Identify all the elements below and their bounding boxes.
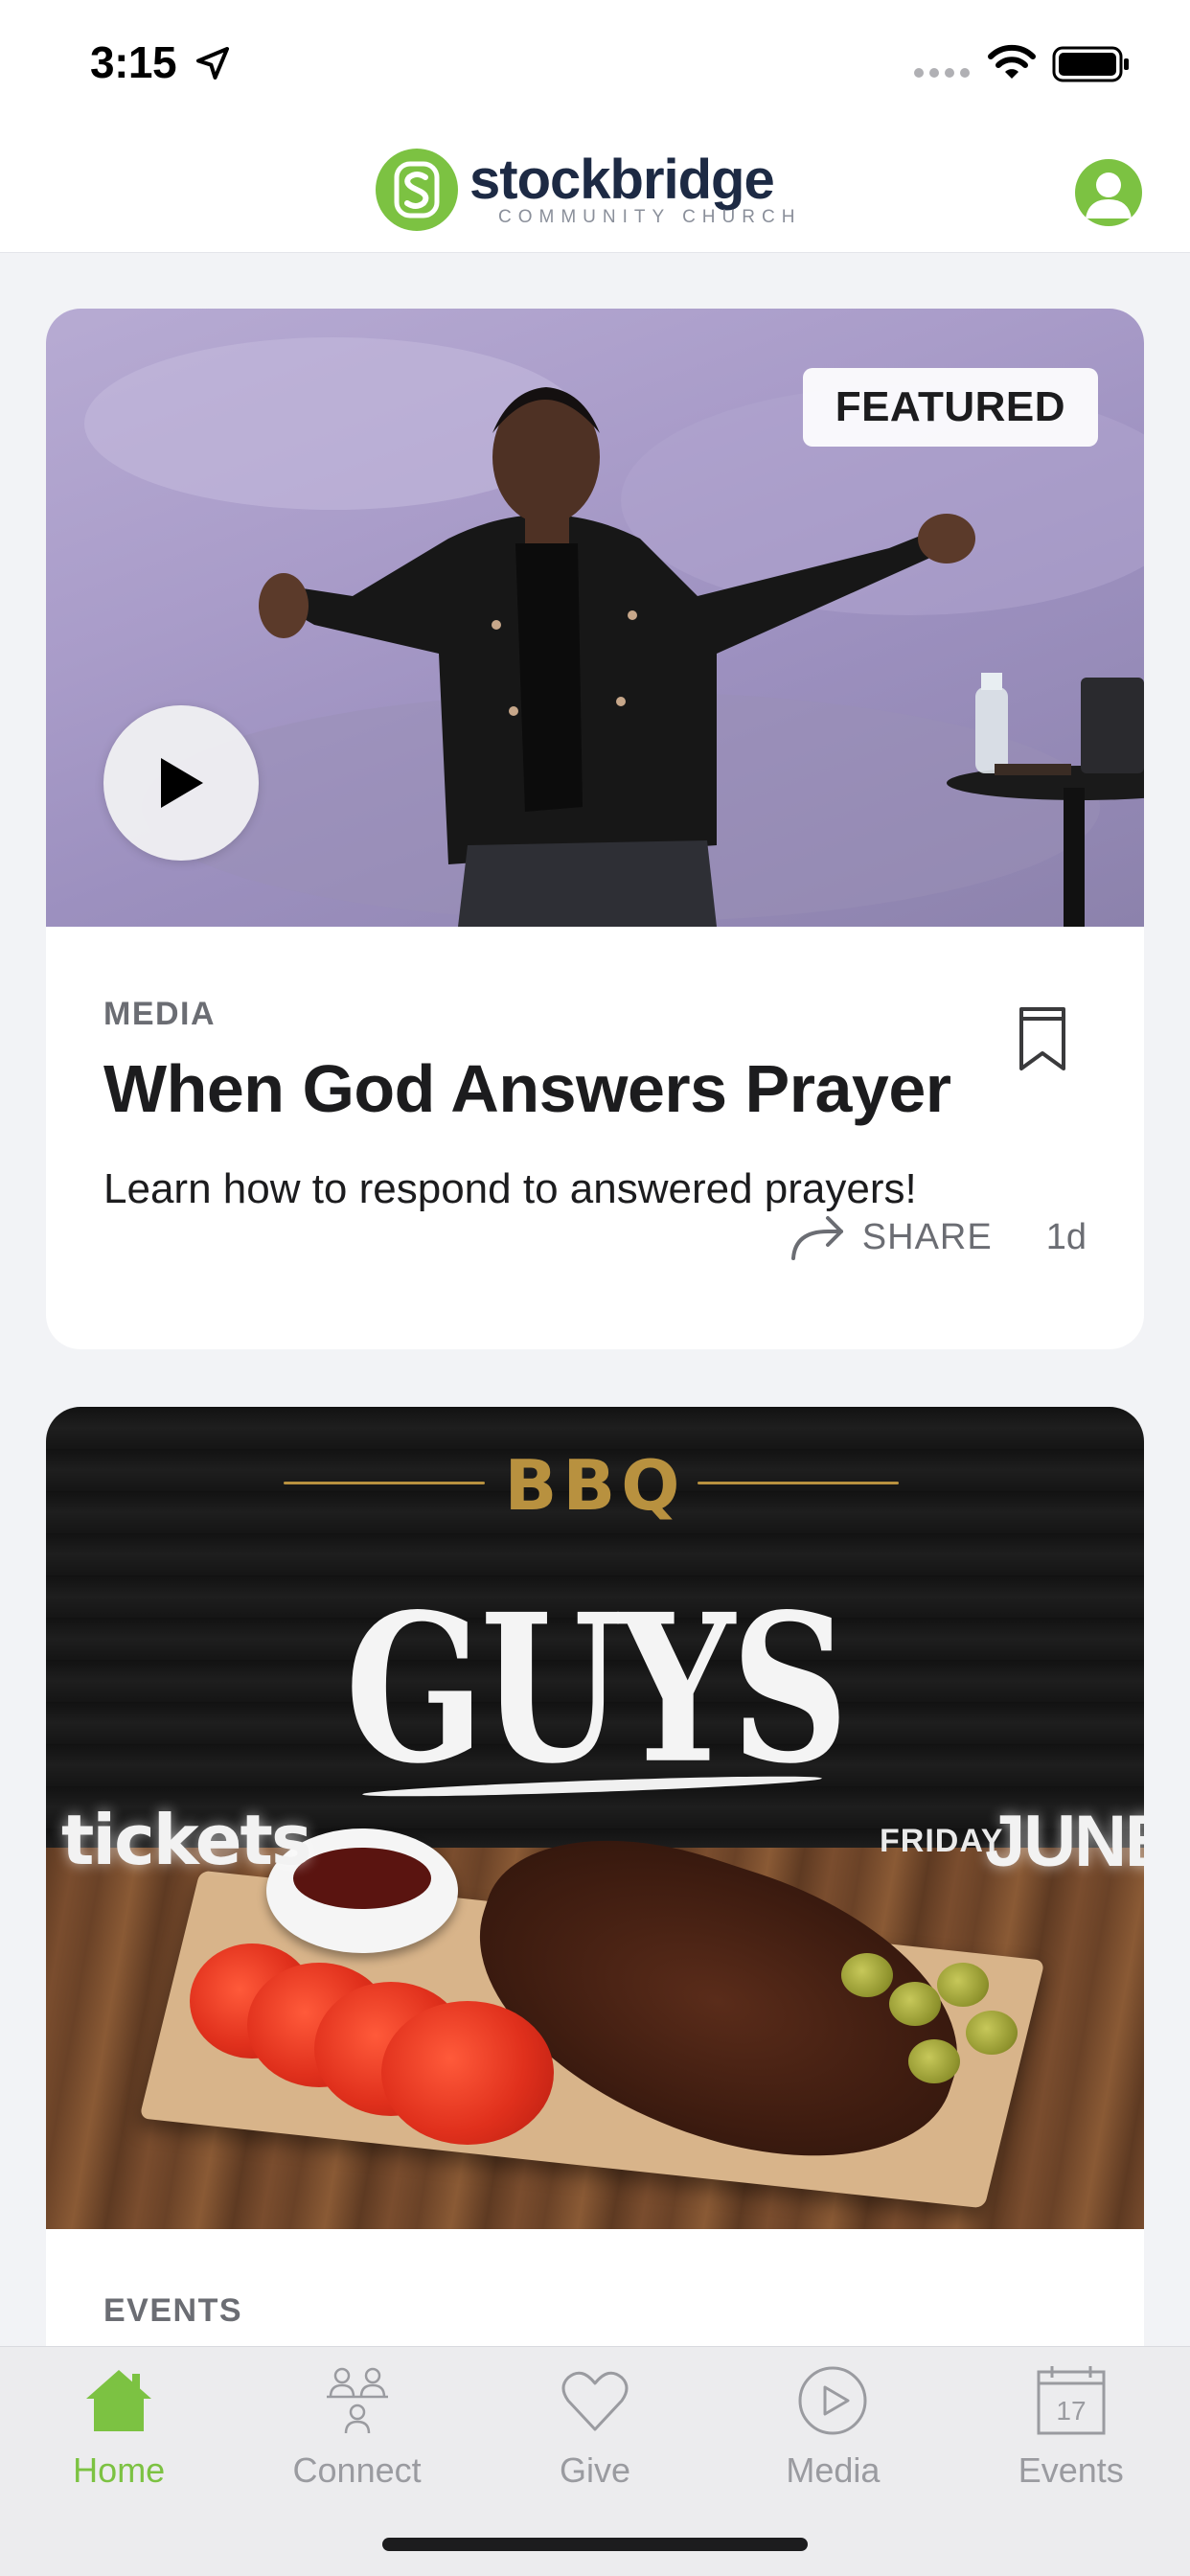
profile-button[interactable] (1075, 159, 1142, 226)
bookmark-icon[interactable] (1018, 1005, 1067, 1072)
pickle (841, 1953, 893, 1997)
logo-mark-icon (376, 149, 458, 231)
tab-label: Events (1018, 2450, 1124, 2490)
tab-home[interactable]: Home (0, 2347, 238, 2500)
tab-label: Home (73, 2450, 166, 2490)
tab-label: Connect (292, 2450, 422, 2490)
tab-media[interactable]: Media (714, 2347, 951, 2500)
featured-media-card[interactable]: FEATURED MEDIA When God Answers Prayer L… (46, 309, 1144, 1349)
app-header: stockbridge COMMUNITY CHURCH (0, 126, 1190, 253)
people-icon (326, 2367, 388, 2434)
status-time: 3:15 (90, 37, 177, 87)
card-title[interactable]: When God Answers Prayer (103, 1050, 1087, 1127)
featured-badge: FEATURED (802, 368, 1098, 447)
heart-icon (561, 2371, 629, 2431)
pickle (889, 1982, 941, 2026)
signal-dots-icon (914, 68, 970, 78)
home-indicator[interactable] (382, 2538, 808, 2551)
play-icon (161, 758, 203, 808)
tab-label: Media (786, 2450, 881, 2490)
tab-events[interactable]: 17 Events (952, 2347, 1190, 2500)
event-image[interactable]: BBQ GUYS NIGHT tickets FRIDAY JUNE 2 (46, 1407, 1144, 2229)
play-circle-icon (798, 2366, 867, 2435)
card-body: MEDIA When God Answers Prayer Learn how … (46, 927, 1144, 1260)
bbq-title: BBQ (504, 1445, 686, 1526)
user-avatar-icon (1086, 172, 1132, 218)
share-label: SHARE (861, 1216, 993, 1257)
battery-icon (1052, 46, 1129, 82)
church-logo[interactable]: stockbridge COMMUNITY CHURCH (376, 148, 801, 232)
tab-label: Give (559, 2450, 630, 2490)
share-arrow-icon (790, 1216, 843, 1260)
logo-name: stockbridge (469, 149, 775, 211)
card-actions: SHARE 1d (790, 1214, 1087, 1260)
share-button[interactable]: SHARE (790, 1214, 993, 1260)
tab-give[interactable]: Give (476, 2347, 714, 2500)
home-icon (86, 2370, 152, 2431)
card-description: Learn how to respond to answered prayers… (103, 1165, 917, 1212)
sermon-thumbnail[interactable]: FEATURED (46, 309, 1144, 927)
tab-connect[interactable]: Connect (238, 2347, 475, 2500)
status-bar: 3:15 (0, 0, 1190, 126)
pickle (937, 1963, 989, 2007)
pickle (908, 2039, 960, 2083)
logo-s-glyph (394, 161, 440, 218)
logo-subtitle: COMMUNITY CHURCH (498, 207, 802, 227)
event-image-date: JUNE 2 (985, 1801, 1144, 1882)
sauce (293, 1848, 431, 1909)
wifi-icon (988, 44, 1036, 79)
post-age: 1d (1045, 1216, 1087, 1257)
card-body: EVENTS (46, 2229, 1144, 2330)
card-category: EVENTS (103, 2292, 243, 2329)
calendar-icon: 17 (1037, 2366, 1106, 2435)
calendar-day: 17 (1056, 2396, 1086, 2426)
event-image-tickets: tickets (61, 1800, 312, 1880)
pickle (966, 2011, 1018, 2055)
location-arrow-icon (196, 47, 229, 80)
play-button[interactable] (103, 705, 259, 861)
tomato-slice (381, 2001, 554, 2145)
card-category: MEDIA (103, 996, 217, 1032)
